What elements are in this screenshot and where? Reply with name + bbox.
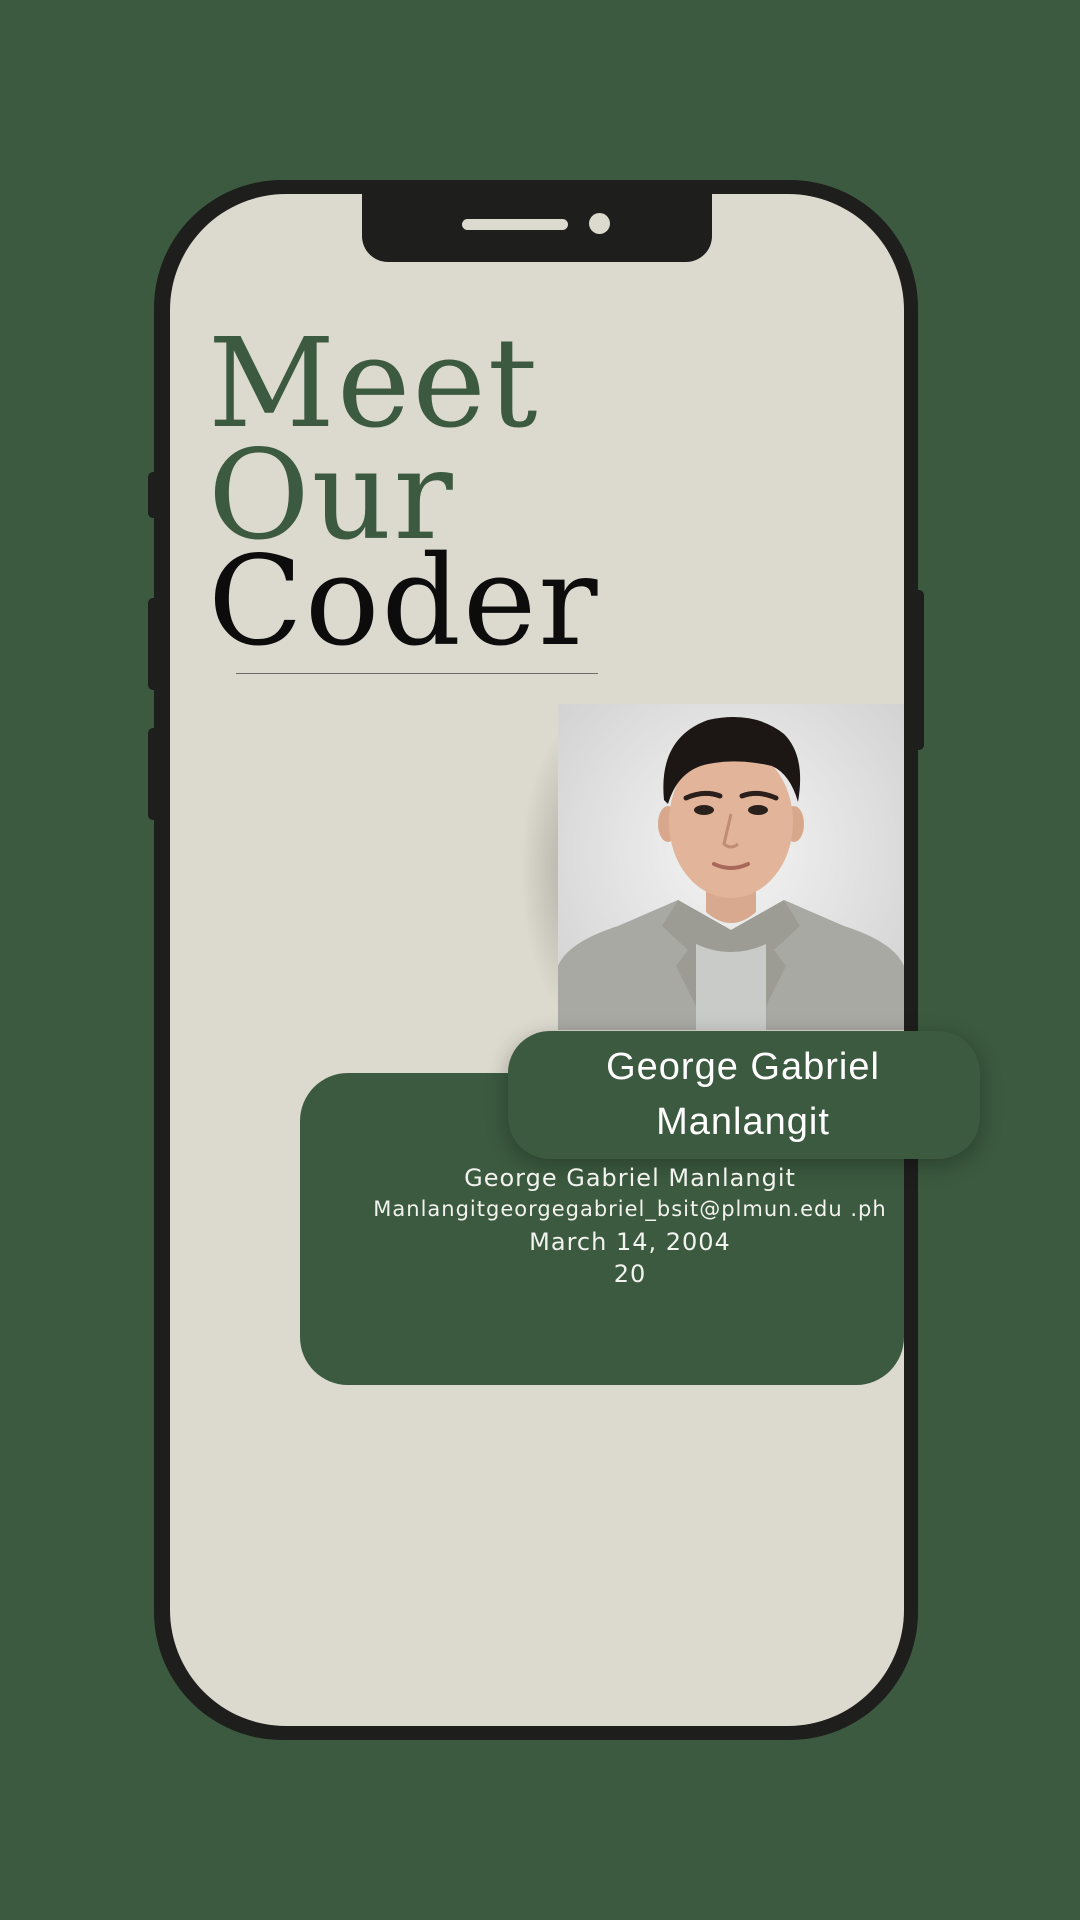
profile-birthdate: March 14, 2004 <box>529 1228 731 1256</box>
profile-full-name: George Gabriel Manlangit <box>464 1164 796 1192</box>
person-photo-icon <box>558 717 904 1030</box>
profile-photo <box>558 704 904 1030</box>
front-camera-icon <box>589 213 610 234</box>
heading-coder: Coder <box>208 530 600 674</box>
heading-divider <box>236 673 598 674</box>
profile-email[interactable]: Manlangitgeorgegabriel_bsit@plmun.edu .p… <box>300 1197 960 1221</box>
profile-name-heading: George Gabriel Manlangit <box>606 1046 880 1143</box>
speaker-grille <box>462 219 568 230</box>
profile-age: 20 <box>613 1260 647 1288</box>
